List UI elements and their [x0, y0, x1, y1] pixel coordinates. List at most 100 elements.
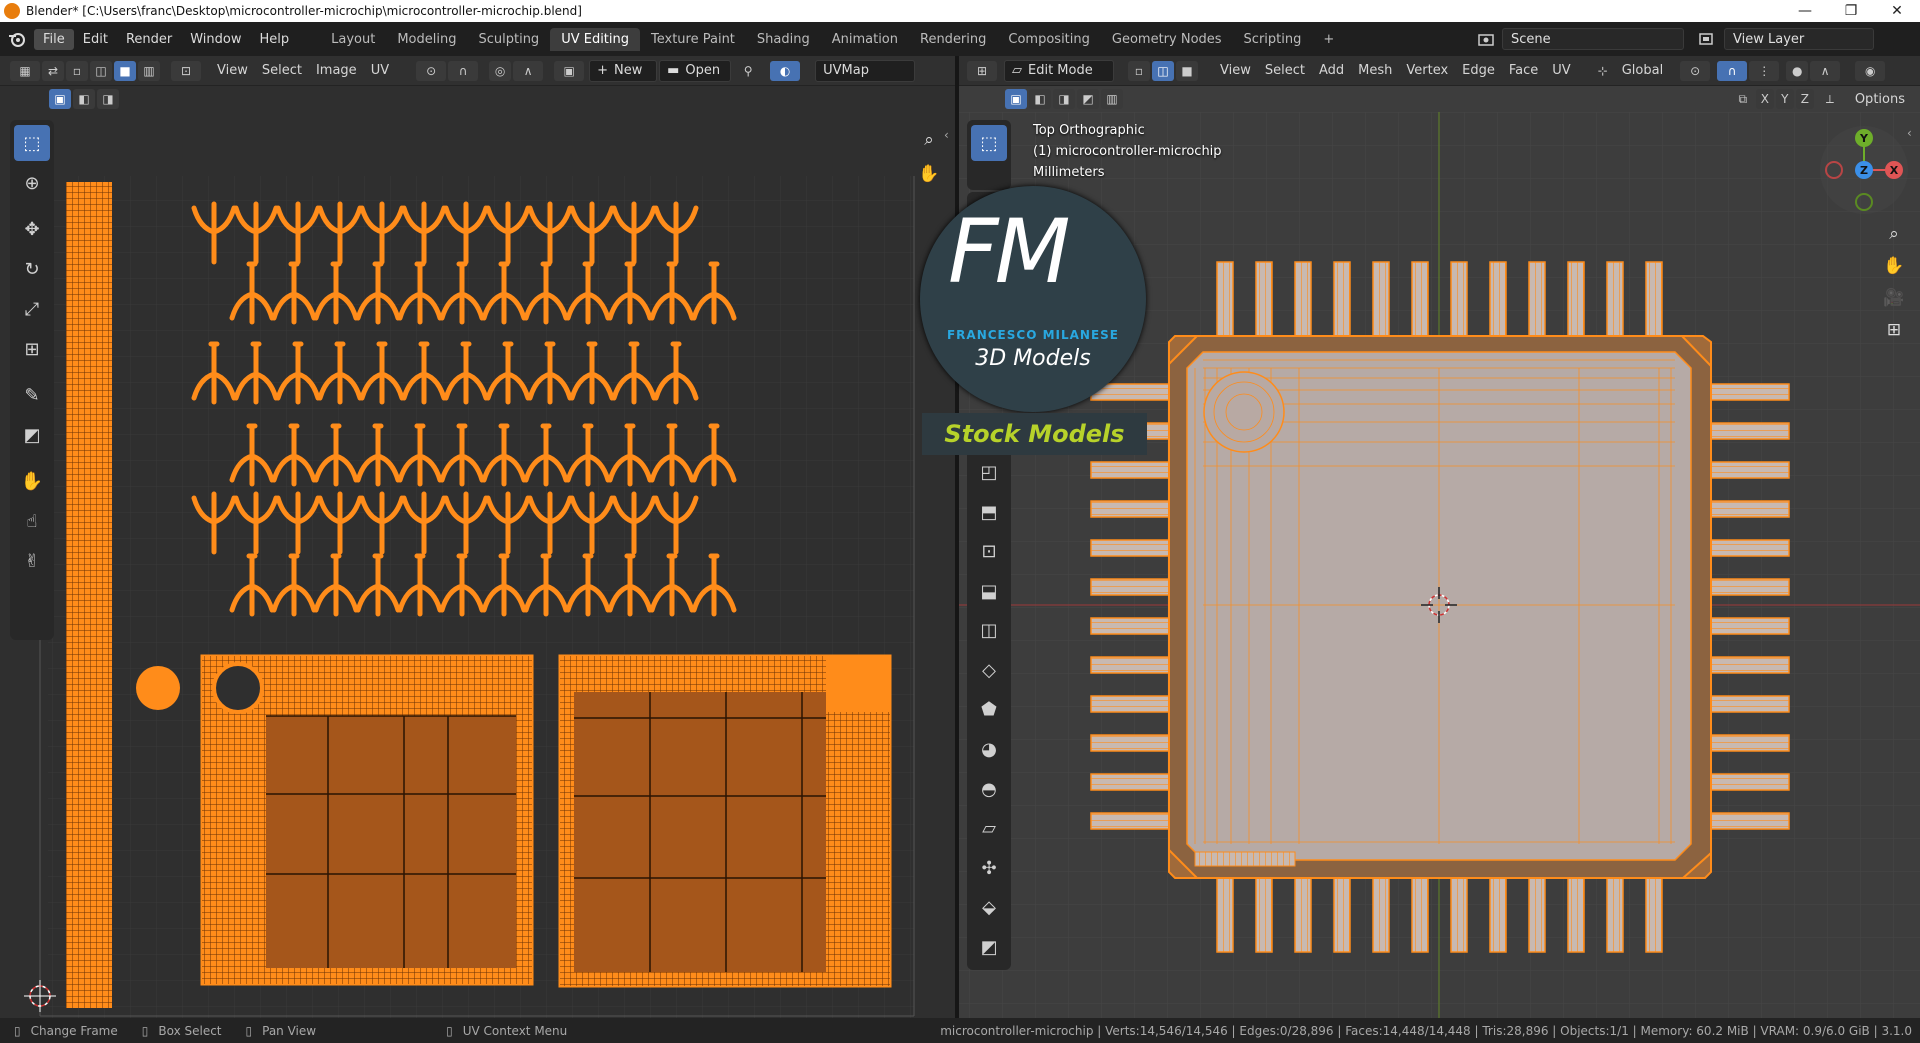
tab-modeling[interactable]: Modeling	[386, 28, 467, 51]
uv-menu-image[interactable]: Image	[309, 61, 364, 80]
chip-leg[interactable]	[1708, 617, 1790, 635]
vp-select-extend-icon[interactable]: ◧	[1029, 89, 1051, 109]
chip-leg[interactable]	[1090, 617, 1172, 635]
chip-leg[interactable]	[1708, 773, 1790, 791]
chip-leg[interactable]	[1708, 812, 1790, 830]
vp-select-subtract-icon[interactable]: ◨	[1053, 89, 1075, 109]
scale-tool-icon[interactable]: ⤢	[14, 291, 50, 327]
relax-tool-icon[interactable]: ☝	[14, 503, 50, 539]
chip-leg[interactable]	[1255, 875, 1273, 953]
image-browse-icon[interactable]: ▣	[554, 60, 585, 81]
uv-pan-icon[interactable]: ✋	[915, 160, 943, 188]
minimize-button[interactable]: —	[1782, 0, 1828, 22]
chip-leg[interactable]	[1708, 461, 1790, 479]
chip-leg[interactable]	[1708, 422, 1790, 440]
uv-island-body-left[interactable]	[200, 654, 534, 986]
tab-sculpting[interactable]: Sculpting	[467, 28, 550, 51]
vertex-mode-icon[interactable]: ▫	[1128, 60, 1150, 81]
viewport-proportional-icon[interactable]: ●	[1786, 60, 1809, 81]
ortho-toggle-icon[interactable]: ⊞	[1880, 316, 1908, 344]
new-image-button[interactable]: + New	[589, 59, 658, 82]
annotate-tool-icon[interactable]: ✎	[14, 377, 50, 413]
uv-island-body-right[interactable]	[558, 654, 892, 988]
chip-leg[interactable]	[1528, 875, 1546, 953]
chip-leg[interactable]	[1255, 261, 1273, 339]
falloff-icon[interactable]: ∧	[513, 60, 544, 81]
uv-menu-uv[interactable]: UV	[364, 61, 396, 80]
orientation-selector[interactable]: Global	[1615, 61, 1670, 80]
viewport-menu-mesh[interactable]: Mesh	[1351, 61, 1399, 80]
edge-select-icon[interactable]: ◫	[90, 60, 112, 81]
viewport-menu-add[interactable]: Add	[1312, 61, 1351, 80]
viewport-menu-face[interactable]: Face	[1502, 61, 1545, 80]
chip-leg[interactable]	[1372, 875, 1390, 953]
chip-body[interactable]	[1168, 335, 1712, 879]
viewport-menu-select[interactable]: Select	[1258, 61, 1312, 80]
uv-sidebar-toggle-icon[interactable]: ‹	[944, 128, 949, 142]
options-button[interactable]: Options	[1848, 90, 1912, 109]
tab-uv-editing[interactable]: UV Editing	[550, 27, 641, 51]
tab-layout[interactable]: Layout	[320, 28, 386, 51]
chip-leg[interactable]	[1090, 773, 1172, 791]
view-layer-icon[interactable]	[1692, 28, 1720, 50]
chip-leg[interactable]	[1090, 812, 1172, 830]
uv-menu-select[interactable]: Select	[255, 61, 309, 80]
poly-build-tool-icon[interactable]: ⬟	[971, 692, 1007, 728]
chip-leg[interactable]	[1090, 695, 1172, 713]
chip-leg[interactable]	[1708, 383, 1790, 401]
chip-leg[interactable]	[1294, 875, 1312, 953]
menu-render[interactable]: Render	[117, 29, 181, 50]
pivot-icon[interactable]: ⊙	[416, 60, 447, 81]
menu-edit[interactable]: Edit	[74, 29, 117, 50]
chip-leg[interactable]	[1090, 734, 1172, 752]
add-cube-tool-icon[interactable]: ◰	[971, 455, 1007, 491]
shrink-fatten-tool-icon[interactable]: ✣	[971, 850, 1007, 886]
uv-island-circle[interactable]	[136, 666, 180, 710]
chip-leg[interactable]	[1567, 261, 1585, 339]
chip-leg[interactable]	[1645, 261, 1663, 339]
snap-icon[interactable]: ∩	[448, 60, 479, 81]
scene-icon[interactable]	[1472, 28, 1500, 50]
chip-leg[interactable]	[1450, 875, 1468, 953]
add-workspace-button[interactable]: +	[1312, 28, 1345, 51]
viewport-menu-view[interactable]: View	[1213, 61, 1258, 80]
uv-zoom-icon[interactable]: ⌕	[915, 126, 943, 154]
chip-leg[interactable]	[1450, 261, 1468, 339]
maximize-button[interactable]: ❐	[1828, 0, 1874, 22]
chip-leg[interactable]	[1489, 875, 1507, 953]
uv-overlay-icon[interactable]: ◐	[770, 60, 801, 81]
chip-leg[interactable]	[1489, 261, 1507, 339]
chip-leg[interactable]	[1708, 578, 1790, 596]
chip-leg[interactable]	[1090, 578, 1172, 596]
chip-leg[interactable]	[1708, 539, 1790, 557]
uv-menu-view[interactable]: View	[210, 61, 255, 80]
vp-select-invert-icon[interactable]: ◩	[1077, 89, 1099, 109]
chip-leg[interactable]	[1606, 261, 1624, 339]
camera-view-icon[interactable]: 🎥	[1880, 284, 1908, 312]
close-button[interactable]: ✕	[1874, 0, 1920, 22]
snap-target-icon[interactable]: ⋮	[1749, 60, 1780, 81]
mirror-icon[interactable]: ⧉	[1732, 89, 1754, 109]
rotate-tool-icon[interactable]: ↻	[14, 251, 50, 287]
chip-leg[interactable]	[1294, 261, 1312, 339]
chip-leg[interactable]	[1216, 875, 1234, 953]
transform-tool-icon[interactable]: ⊞	[14, 331, 50, 367]
chip-leg[interactable]	[1708, 695, 1790, 713]
viewport-menu-edge[interactable]: Edge	[1455, 61, 1502, 80]
mirror-x-toggle[interactable]: X	[1755, 89, 1774, 109]
chip-leg[interactable]	[1216, 261, 1234, 339]
chip-leg[interactable]	[1708, 734, 1790, 752]
chip-leg[interactable]	[1645, 875, 1663, 953]
viewport-falloff-icon[interactable]: ∧	[1810, 60, 1841, 81]
vp-select-box-tool-icon[interactable]: ⬚	[971, 125, 1007, 161]
grab-tool-icon[interactable]: ✋	[14, 463, 50, 499]
shear-tool-icon[interactable]: ⬙	[971, 890, 1007, 926]
chip-leg[interactable]	[1567, 875, 1585, 953]
vp-pan-icon[interactable]: ✋	[1880, 252, 1908, 280]
chip-leg[interactable]	[1372, 261, 1390, 339]
menu-window[interactable]: Window	[181, 29, 250, 50]
vp-select-intersect-icon[interactable]: ▥	[1101, 89, 1123, 109]
mirror-y-toggle[interactable]: Y	[1775, 89, 1794, 109]
face-mode-icon[interactable]: ■	[1176, 60, 1198, 81]
menu-file[interactable]: File	[34, 28, 74, 50]
